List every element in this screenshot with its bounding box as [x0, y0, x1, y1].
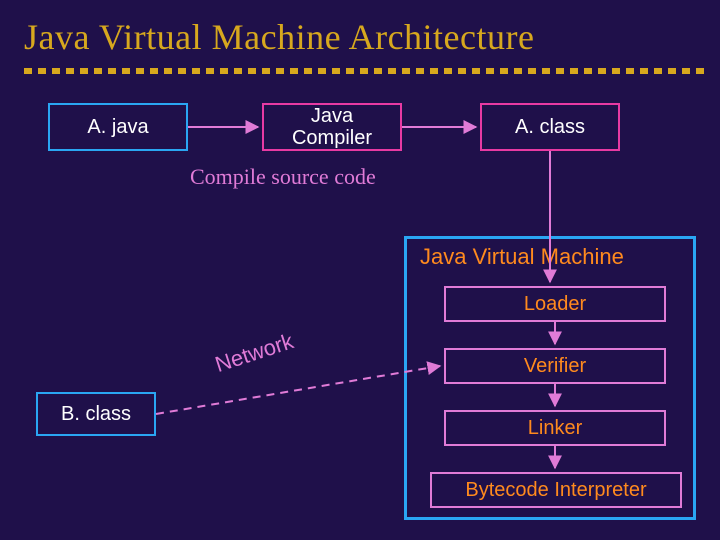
- page-title: Java Virtual Machine Architecture: [24, 16, 534, 58]
- edge-label-network: Network: [212, 328, 297, 378]
- jvm-container-label: Java Virtual Machine: [420, 244, 624, 270]
- node-interpreter: Bytecode Interpreter: [430, 472, 682, 508]
- node-a-class: A. class: [480, 103, 620, 151]
- node-verifier: Verifier: [444, 348, 666, 384]
- node-loader: Loader: [444, 286, 666, 322]
- caption-compile: Compile source code: [190, 164, 376, 190]
- node-linker: Linker: [444, 410, 666, 446]
- title-underline: [24, 68, 704, 74]
- node-b-class: B. class: [36, 392, 156, 436]
- node-a-java: A. java: [48, 103, 188, 151]
- arrow-bclass-linker: [156, 366, 440, 414]
- node-compiler: Java Compiler: [262, 103, 402, 151]
